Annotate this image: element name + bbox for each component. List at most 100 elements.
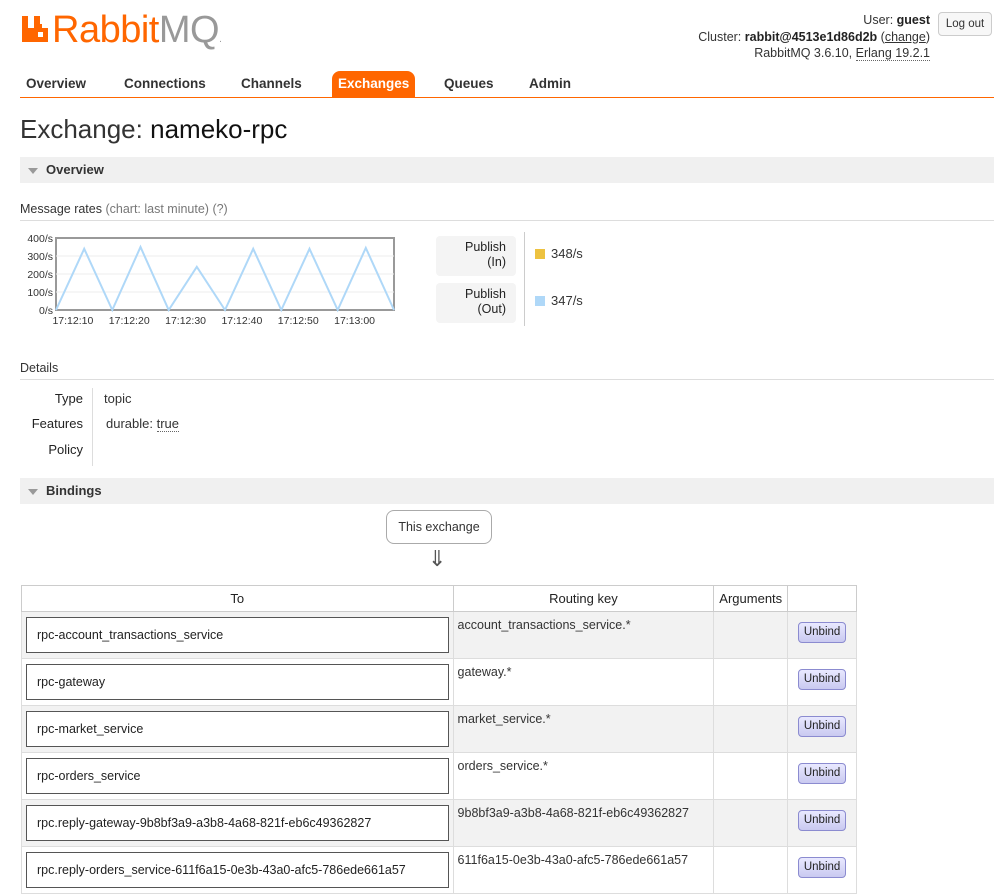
routing-key-cell: account_transactions_service.* bbox=[452, 611, 715, 659]
routing-key: 9b8bf3a9-a3b8-4a68-821f-eb6c49362827 bbox=[457, 806, 689, 820]
routing-key: gateway.* bbox=[457, 665, 512, 679]
features-durable-key: durable: bbox=[106, 416, 153, 431]
tab-connections[interactable]: Connections bbox=[118, 71, 212, 98]
details-header: Details bbox=[20, 361, 994, 380]
to-cell: rpc-market_service bbox=[21, 705, 454, 753]
arguments-cell bbox=[713, 705, 789, 753]
type-value: topic bbox=[104, 391, 132, 406]
x-tick-label: 17:12:50 bbox=[278, 315, 319, 327]
logo-dot: . bbox=[219, 34, 222, 45]
publish-out-swatch bbox=[535, 295, 545, 306]
user-info: User: guest Cluster: rabbit@4513e1d86d2b… bbox=[698, 13, 930, 61]
actions-cell: Unbind bbox=[787, 846, 857, 894]
change-cluster-link[interactable]: change bbox=[885, 30, 926, 44]
destination-queue-link[interactable]: rpc.reply-orders_service-611f6a15-0e3b-4… bbox=[26, 852, 449, 888]
bindings-table: To Routing key Arguments rpc-account_tra… bbox=[21, 585, 857, 894]
tab-channels[interactable]: Channels bbox=[235, 71, 308, 98]
publish-out-rate: 347/s bbox=[551, 293, 583, 308]
rabbitmq-logo-icon bbox=[22, 16, 48, 42]
table-row: rpc-market_service market_service.* Unbind bbox=[21, 705, 857, 753]
legend-publish-in-line1: Publish bbox=[465, 240, 506, 254]
table-row: rpc-orders_service orders_service.* Unbind bbox=[21, 752, 857, 800]
logout-button[interactable]: Log out bbox=[938, 12, 992, 36]
actions-cell: Unbind bbox=[787, 658, 857, 706]
actions-cell: Unbind bbox=[787, 799, 857, 847]
to-cell: rpc-account_transactions_service bbox=[21, 611, 454, 659]
logo-text-rabbit: Rabbit bbox=[52, 9, 159, 51]
user-label: User: bbox=[863, 13, 894, 27]
x-tick-label: 17:12:20 bbox=[109, 315, 150, 327]
collapse-triangle-icon bbox=[28, 167, 38, 174]
arguments-cell bbox=[713, 752, 789, 800]
routing-key-cell: gateway.* bbox=[452, 658, 715, 706]
destination-queue-link[interactable]: rpc-gateway bbox=[26, 664, 449, 700]
binding-arrow-down-icon: ⇓ bbox=[428, 546, 447, 571]
to-cell: rpc-gateway bbox=[21, 658, 454, 706]
legend-publish-out-label: Publish (Out) bbox=[436, 283, 516, 323]
publish-in-rate: 348/s bbox=[551, 246, 583, 261]
routing-key: orders_service.* bbox=[457, 759, 548, 773]
legend-publish-in-value: 348/s bbox=[535, 246, 583, 261]
actions-cell: Unbind bbox=[787, 752, 857, 800]
unbind-button[interactable]: Unbind bbox=[798, 669, 847, 690]
routing-key-cell: market_service.* bbox=[452, 705, 715, 753]
message-rates-label: Message rates bbox=[20, 202, 102, 216]
x-tick-label: 17:12:40 bbox=[221, 315, 262, 327]
tab-overview[interactable]: Overview bbox=[20, 71, 92, 98]
to-cell: rpc.reply-gateway-9b8bf3a9-a3b8-4a68-821… bbox=[21, 799, 454, 847]
actions-cell: Unbind bbox=[787, 611, 857, 659]
table-row: rpc-gateway gateway.* Unbind bbox=[21, 658, 857, 706]
arguments-cell bbox=[713, 799, 789, 847]
routing-key: market_service.* bbox=[457, 712, 551, 726]
tab-queues[interactable]: Queues bbox=[438, 71, 500, 98]
page-title-prefix: Exchange: bbox=[20, 114, 143, 144]
tab-exchanges[interactable]: Exchanges bbox=[332, 71, 416, 98]
y-tick-label: 0/s bbox=[39, 305, 53, 317]
exchange-name: nameko-rpc bbox=[150, 114, 288, 144]
publish-in-swatch bbox=[535, 248, 545, 259]
to-cell: rpc-orders_service bbox=[21, 752, 454, 800]
features-durable-value: true bbox=[156, 416, 180, 432]
destination-queue-link[interactable]: rpc.reply-gateway-9b8bf3a9-a3b8-4a68-821… bbox=[26, 805, 449, 841]
table-row: rpc.reply-gateway-9b8bf3a9-a3b8-4a68-821… bbox=[21, 799, 857, 847]
destination-queue-link[interactable]: rpc-account_transactions_service bbox=[26, 617, 449, 653]
column-header-to: To bbox=[21, 585, 454, 612]
overview-section-header[interactable]: Overview bbox=[20, 157, 994, 183]
this-exchange-box: This exchange bbox=[386, 510, 492, 544]
message-rates-chart-options[interactable]: (chart: last minute) (?) bbox=[105, 202, 227, 216]
legend-publish-out-line1: Publish bbox=[465, 287, 506, 301]
destination-queue-link[interactable]: rpc-market_service bbox=[26, 711, 449, 747]
legend-divider bbox=[524, 232, 525, 326]
user-name: guest bbox=[896, 13, 930, 27]
arguments-cell bbox=[713, 611, 789, 659]
details-divider bbox=[92, 388, 93, 466]
legend-publish-in-label: Publish (In) bbox=[436, 236, 516, 276]
y-tick-label: 100/s bbox=[27, 287, 53, 299]
unbind-button[interactable]: Unbind bbox=[798, 857, 847, 878]
to-cell: rpc.reply-orders_service-611f6a15-0e3b-4… bbox=[21, 846, 454, 894]
logo-text-mq: MQ bbox=[158, 9, 220, 51]
y-tick-label: 300/s bbox=[27, 251, 53, 263]
message-rates-chart: 400/s 300/s 200/s 100/s 0/s17:12:10 17:12:20 1… bbox=[27, 233, 395, 327]
tab-admin[interactable]: Admin bbox=[523, 71, 577, 98]
unbind-button[interactable]: Unbind bbox=[798, 716, 847, 737]
page-title: Exchange: nameko-rpc bbox=[20, 114, 287, 145]
features-value: durable: true bbox=[106, 416, 180, 432]
destination-queue-link[interactable]: rpc-orders_service bbox=[26, 758, 449, 794]
rabbitmq-version: RabbitMQ 3.6.10, bbox=[754, 46, 853, 60]
unbind-button[interactable]: Unbind bbox=[798, 622, 847, 643]
policy-label: Policy bbox=[48, 442, 83, 457]
routing-key-cell: 611f6a15-0e3b-43a0-afc5-786ede661a57 bbox=[452, 846, 715, 894]
type-label: Type bbox=[54, 391, 83, 406]
arguments-cell bbox=[713, 658, 789, 706]
unbind-button[interactable]: Unbind bbox=[798, 763, 847, 784]
erlang-version: Erlang 19.2.1 bbox=[855, 46, 930, 61]
collapse-triangle-icon bbox=[28, 488, 38, 495]
unbind-button[interactable]: Unbind bbox=[798, 810, 847, 831]
column-header-actions bbox=[787, 585, 857, 612]
legend-publish-out-line2: (Out) bbox=[477, 302, 506, 316]
rabbitmq-logo: RabbitMQ. bbox=[20, 9, 222, 51]
column-header-arguments: Arguments bbox=[713, 585, 789, 612]
column-header-routing-key: Routing key bbox=[452, 585, 715, 612]
bindings-section-header[interactable]: Bindings bbox=[20, 478, 994, 504]
